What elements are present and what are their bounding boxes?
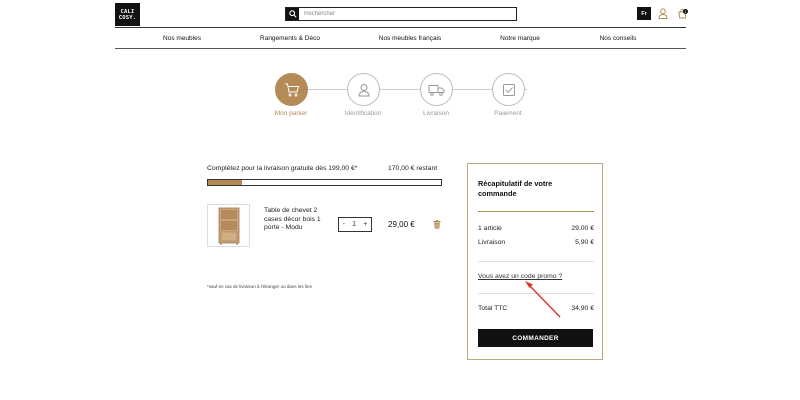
free-shipping-progress [207, 179, 442, 186]
progress-fill [208, 180, 243, 185]
nav-item-meubles[interactable]: Nos meubles [163, 35, 201, 42]
nightstand-image [218, 207, 239, 245]
step-livraison [420, 73, 453, 106]
summary-row-delivery: Livraison 5,90 € [478, 239, 594, 246]
qty-increase-button[interactable]: + [363, 221, 367, 228]
search-input[interactable] [299, 8, 516, 20]
delivery-value: 5,90 € [575, 239, 594, 246]
articles-label: 1 article [478, 225, 502, 232]
search-icon [288, 10, 297, 18]
summary-divider [478, 211, 594, 212]
step-label-cart: Mon panier [274, 110, 308, 117]
step-identification [347, 73, 380, 106]
order-button[interactable]: COMMANDER [478, 329, 593, 347]
remaining-amount: 170,00 € restant [388, 165, 438, 172]
promo-code-link[interactable]: Vous avez un code promo ? [478, 273, 562, 280]
step-label-paiement: Paiement [494, 110, 522, 117]
language-selector[interactable]: Fr [637, 7, 651, 20]
cart-count-badge: 1 [683, 9, 688, 14]
order-summary: Récapitulatif de votre commande 1 articl… [467, 163, 603, 360]
summary-row-articles: 1 article 29,00 € [478, 225, 594, 232]
truck-icon [428, 84, 445, 96]
cart-icon [284, 83, 299, 96]
shipping-footnote: *sauf en cas de livraison à l'étranger o… [207, 284, 312, 289]
search-bar [285, 7, 517, 21]
articles-value: 29,00 € [571, 225, 594, 232]
site-header: CALI COSY. Fr 1 [0, 0, 800, 28]
summary-divider [478, 293, 594, 294]
step-label-livraison: Livraison [422, 110, 450, 117]
summary-title: Récapitulatif de votre commande [478, 179, 553, 198]
step-label-identification: Identification [344, 110, 382, 117]
product-image[interactable] [207, 204, 250, 247]
product-title[interactable]: Table de chevet 2 cases décor bois 1 por… [264, 207, 334, 233]
nav-item-rangements[interactable]: Rangements & Déco [260, 35, 320, 42]
total-value: 34,90 € [571, 305, 594, 312]
main-nav: Nos meubles Rangements & Déco Nos meuble… [115, 28, 686, 48]
logo-line-2: COSY. [118, 14, 137, 21]
total-label: Total TTC [478, 305, 508, 312]
nav-item-meubles-francais[interactable]: Nos meubles français [379, 35, 442, 42]
item-price: 29,00 € [388, 220, 415, 229]
step-cart [275, 73, 308, 106]
nav-item-notre-marque[interactable]: Notre marque [500, 35, 540, 42]
delivery-label: Livraison [478, 239, 506, 246]
logo[interactable]: CALI COSY. [115, 3, 140, 26]
qty-value[interactable]: 1 [352, 221, 356, 228]
free-shipping-text: Complétez pour la livraison gratuite dès… [207, 165, 358, 172]
user-icon [357, 83, 370, 96]
checkbox-icon [502, 83, 515, 96]
account-icon[interactable] [658, 8, 668, 19]
nav-divider [115, 48, 686, 49]
search-button[interactable] [286, 8, 299, 20]
summary-divider [478, 261, 594, 262]
quantity-stepper: - 1 + [338, 217, 372, 232]
trash-icon[interactable] [433, 220, 441, 229]
step-paiement [492, 73, 525, 106]
nav-item-conseils[interactable]: Nos conseils [600, 35, 637, 42]
qty-decrease-button[interactable]: - [343, 221, 345, 228]
summary-row-total: Total TTC 34,90 € [478, 305, 594, 312]
